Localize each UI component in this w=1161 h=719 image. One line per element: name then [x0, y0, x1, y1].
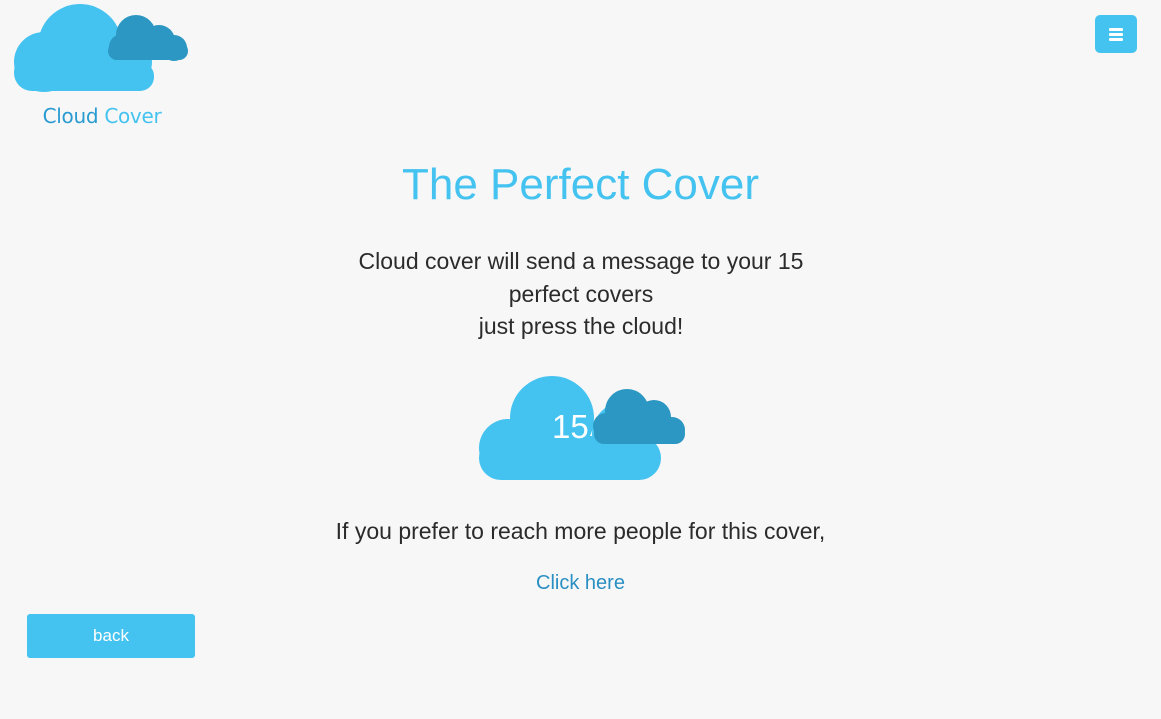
message-line-3: just press the cloud!: [478, 313, 684, 339]
cover-count: 15: [552, 408, 589, 445]
instruction-message: Cloud cover will send a message to your …: [330, 245, 832, 343]
page-title: The Perfect Cover: [401, 160, 760, 209]
cloud-cover-logo[interactable]: Cloud Cover: [14, 4, 190, 134]
logo-word-cover: Cover: [104, 104, 162, 128]
logo-word-cloud: Cloud: [42, 104, 99, 128]
message-line-2: perfect covers: [508, 280, 654, 307]
cloud-logo-icon: [14, 4, 188, 92]
page: Cloud Cover The Perfect Cover Cloud cove…: [0, 0, 1161, 719]
reach-more-text: If you prefer to reach more people for t…: [335, 518, 826, 544]
logo-text: Cloud Cover: [14, 104, 190, 128]
message-line-1: Cloud cover will send a message to your …: [358, 248, 804, 274]
click-here-container: Click here: [0, 572, 1161, 595]
menu-button[interactable]: [1095, 15, 1137, 53]
back-button[interactable]: back: [27, 614, 195, 658]
click-here-link[interactable]: Click here: [536, 572, 625, 594]
send-cloud-button[interactable]: 15: [476, 374, 688, 484]
